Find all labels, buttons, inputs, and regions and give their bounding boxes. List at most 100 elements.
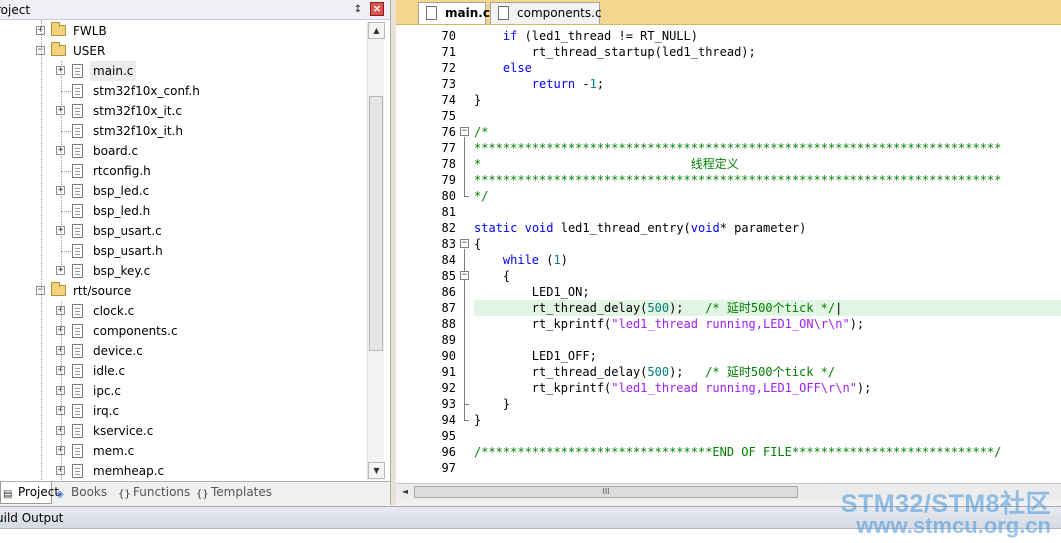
tree-file[interactable]: stm32f10x_conf.h (0, 81, 367, 101)
code-line[interactable]: LED1_OFF; (474, 348, 1061, 364)
current-code-line[interactable]: rt_thread_delay(500); /* 延时500个tick */| (474, 300, 1061, 316)
code-line[interactable] (474, 332, 1061, 348)
code-line[interactable]: static void led1_thread_entry(void* para… (474, 220, 1061, 236)
code-keyword: void (524, 221, 554, 235)
code-line[interactable] (474, 428, 1061, 444)
build-output-header: uild Output (0, 507, 1061, 529)
fold-toggle-icon[interactable]: − (460, 239, 469, 248)
code-line[interactable]: return -1; (474, 76, 1061, 92)
folder-icon (51, 22, 66, 36)
file-icon (72, 164, 83, 178)
code-line[interactable] (474, 204, 1061, 220)
tree-file[interactable]: rtconfig.h (0, 161, 367, 181)
tree-file[interactable]: + kservice.c (0, 421, 367, 441)
tree-file[interactable]: + device.c (0, 341, 367, 361)
code-line[interactable]: rt_thread_startup(led1_thread); (474, 44, 1061, 60)
code-line[interactable]: rt_kprintf("led1_thread running,LED1_OFF… (474, 380, 1061, 396)
tree-file[interactable]: + memheap.c (0, 461, 367, 480)
tree-file[interactable]: + main.c (0, 61, 367, 81)
line-number: 72 (441, 61, 456, 75)
code-line[interactable]: LED1_ON; (474, 284, 1061, 300)
tree-file[interactable]: + components.c (0, 321, 367, 341)
tree-item-label: main.c (90, 61, 137, 81)
editor-horizontal-scrollbar[interactable]: ◄ III (396, 483, 1061, 500)
tree-file[interactable]: stm32f10x_it.h (0, 121, 367, 141)
line-number: 86 (441, 285, 456, 299)
code-text: { (474, 237, 482, 251)
code-line[interactable]: * 线程定义 (474, 156, 1061, 172)
code-line[interactable]: } (474, 396, 1061, 412)
code-keyword: else (502, 61, 532, 75)
code-line[interactable]: if (led1_thread != RT_NULL) (474, 28, 1061, 44)
tree-item-label: components.c (93, 324, 178, 338)
tree-file[interactable]: + bsp_usart.c (0, 221, 367, 241)
document-icon (426, 6, 437, 20)
tree-file[interactable]: + bsp_key.c (0, 261, 367, 281)
tree-file[interactable]: + idle.c (0, 361, 367, 381)
project-tree: + FWLB − USER + main.c stm32f10x_conf.h + stm32f… (0, 20, 367, 480)
code-text: (led1_thread != RT_NULL) (517, 29, 698, 43)
fold-toggle-icon[interactable]: − (460, 127, 469, 136)
file-icon (72, 124, 83, 138)
editor-tab[interactable]: components.c (490, 2, 602, 24)
templates-icon: {} (196, 489, 209, 500)
pin-icon[interactable]: ↕ (352, 3, 364, 16)
tree-file[interactable]: + ipc.c (0, 381, 367, 401)
tree-file[interactable]: bsp_led.h (0, 201, 367, 221)
code-keyword: while (502, 253, 540, 267)
code-text: rt_thread_delay( (474, 301, 648, 315)
editor-tab[interactable]: main.c (418, 2, 490, 24)
code-line[interactable] (474, 108, 1061, 124)
code-line[interactable]: /********************************END OF … (474, 444, 1061, 460)
code-line[interactable]: rt_thread_delay(500); /* 延时500个tick */ (474, 364, 1061, 380)
tree-folder[interactable]: + FWLB (0, 21, 367, 41)
code-line[interactable]: else (474, 60, 1061, 76)
code-line[interactable]: ****************************************… (474, 172, 1061, 188)
tree-item-label: bsp_key.c (93, 264, 151, 278)
tab-project[interactable]: ▤ Project (0, 482, 59, 504)
code-line[interactable]: rt_kprintf("led1_thread running,LED1_ON\… (474, 316, 1061, 332)
tree-vertical-scrollbar[interactable]: ▲ ▼ (367, 22, 385, 480)
tree-item-label: memheap.c (93, 464, 165, 478)
tab-label: Project (18, 485, 60, 499)
code-line[interactable]: */ (474, 188, 1061, 204)
code-line[interactable] (474, 460, 1061, 476)
code-editor[interactable]: 70 71 72 73 74 75 76 77 78 79 80 81 82 83 84 85 86 87 88 89… (396, 24, 1061, 483)
tree-scroll-thumb[interactable] (369, 96, 383, 351)
tree-file[interactable]: + board.c (0, 141, 367, 161)
line-number: 91 (441, 365, 456, 379)
code-number: 500 (647, 301, 670, 315)
tree-file[interactable]: bsp_usart.h (0, 241, 367, 261)
close-panel-button[interactable]: × (370, 2, 384, 16)
code-line[interactable]: ****************************************… (474, 140, 1061, 156)
scroll-up-arrow-icon[interactable]: ▲ (368, 22, 385, 39)
tab-templates[interactable]: {} Templates (194, 482, 276, 504)
tab-books[interactable]: ◈ Books (54, 482, 114, 504)
tree-file[interactable]: + irq.c (0, 401, 367, 421)
scroll-down-arrow-icon[interactable]: ▼ (368, 462, 385, 479)
document-icon (498, 6, 509, 20)
line-number: 88 (441, 317, 456, 331)
code-line[interactable]: { (474, 268, 1061, 284)
tree-file[interactable]: + bsp_led.c (0, 181, 367, 201)
tree-file[interactable]: + mem.c (0, 441, 367, 461)
tree-file[interactable]: + stm32f10x_it.c (0, 101, 367, 121)
tree-item-label: kservice.c (93, 424, 154, 438)
code-line[interactable]: } (474, 92, 1061, 108)
editor-scroll-thumb[interactable]: III (414, 486, 798, 498)
scroll-left-arrow-icon[interactable]: ◄ (398, 485, 412, 499)
code-line[interactable]: } (474, 412, 1061, 428)
tree-folder[interactable]: − USER (0, 41, 367, 61)
tab-functions[interactable]: {} Functions (116, 482, 192, 504)
code-line[interactable]: while (1) (474, 252, 1061, 268)
code-keyword: void (690, 221, 720, 235)
file-icon (72, 404, 83, 418)
tree-folder[interactable]: − rtt/source (0, 281, 367, 301)
code-comment: ****************************************… (474, 141, 1002, 155)
fold-toggle-icon[interactable]: − (460, 271, 469, 280)
tree-file[interactable]: + clock.c (0, 301, 367, 321)
code-line[interactable]: /* (474, 124, 1061, 140)
build-output-panel: uild Output (0, 506, 1061, 543)
code-text: ) (560, 253, 568, 267)
code-line[interactable]: { (474, 236, 1061, 252)
